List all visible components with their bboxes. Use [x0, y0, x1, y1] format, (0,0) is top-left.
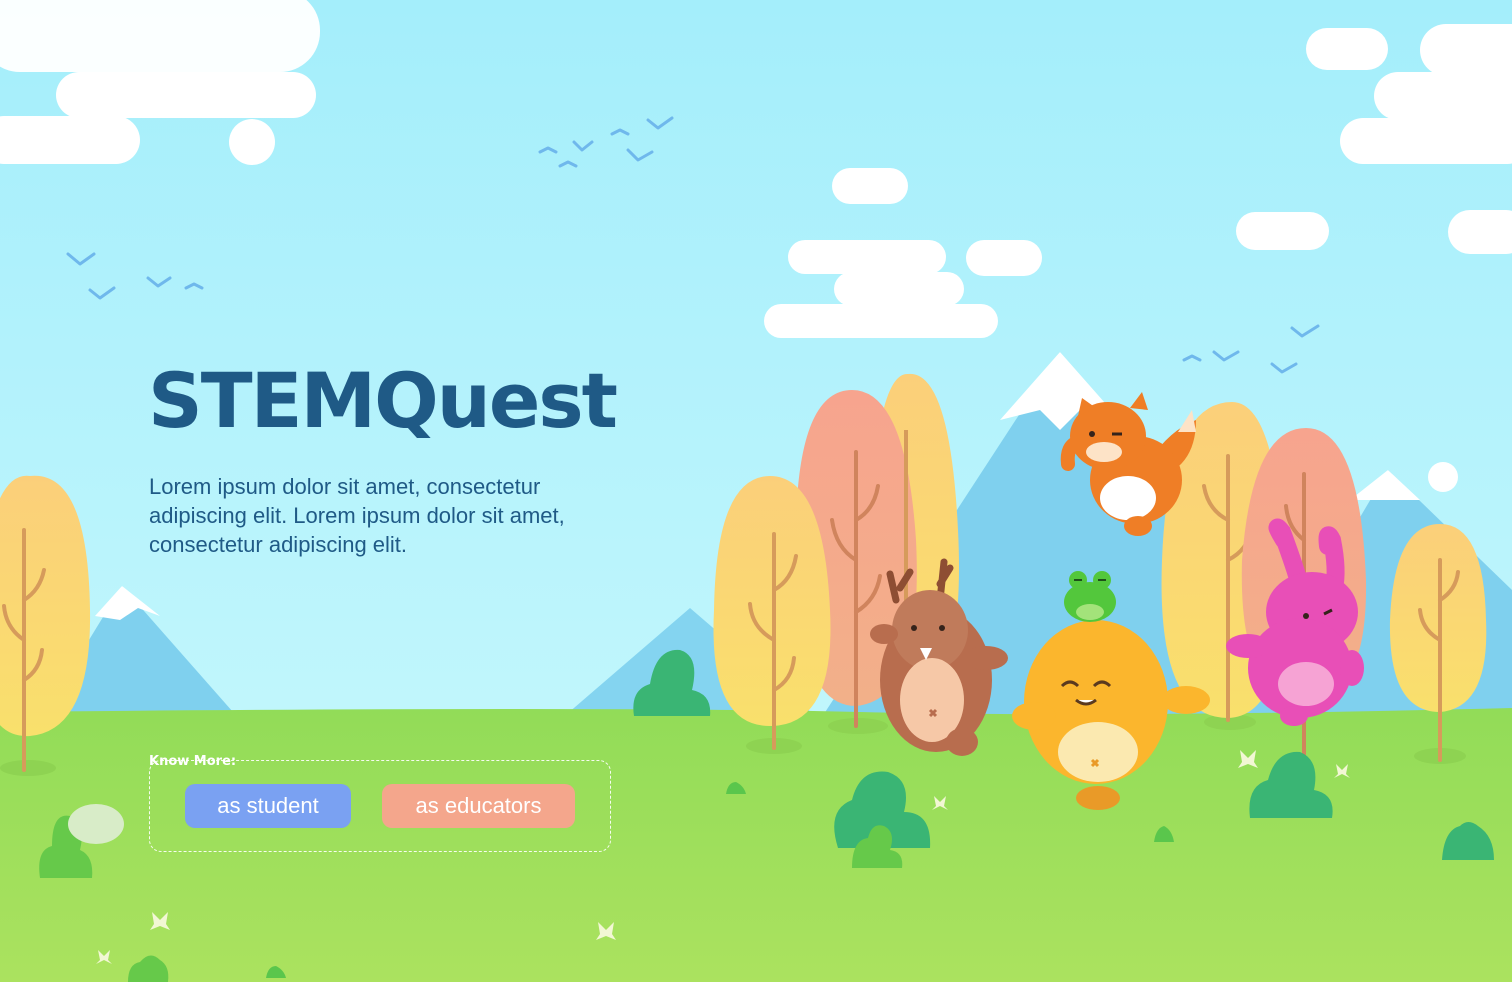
app-title: STEMQuest [148, 356, 618, 445]
know-more-label: Know More: [149, 754, 237, 769]
as-student-button[interactable]: as student [185, 784, 351, 828]
sun [229, 119, 275, 165]
small-moon [1428, 462, 1458, 492]
as-educators-button[interactable]: as educators [382, 784, 575, 828]
hero-description: Lorem ipsum dolor sit amet, consectetur … [149, 474, 565, 557]
